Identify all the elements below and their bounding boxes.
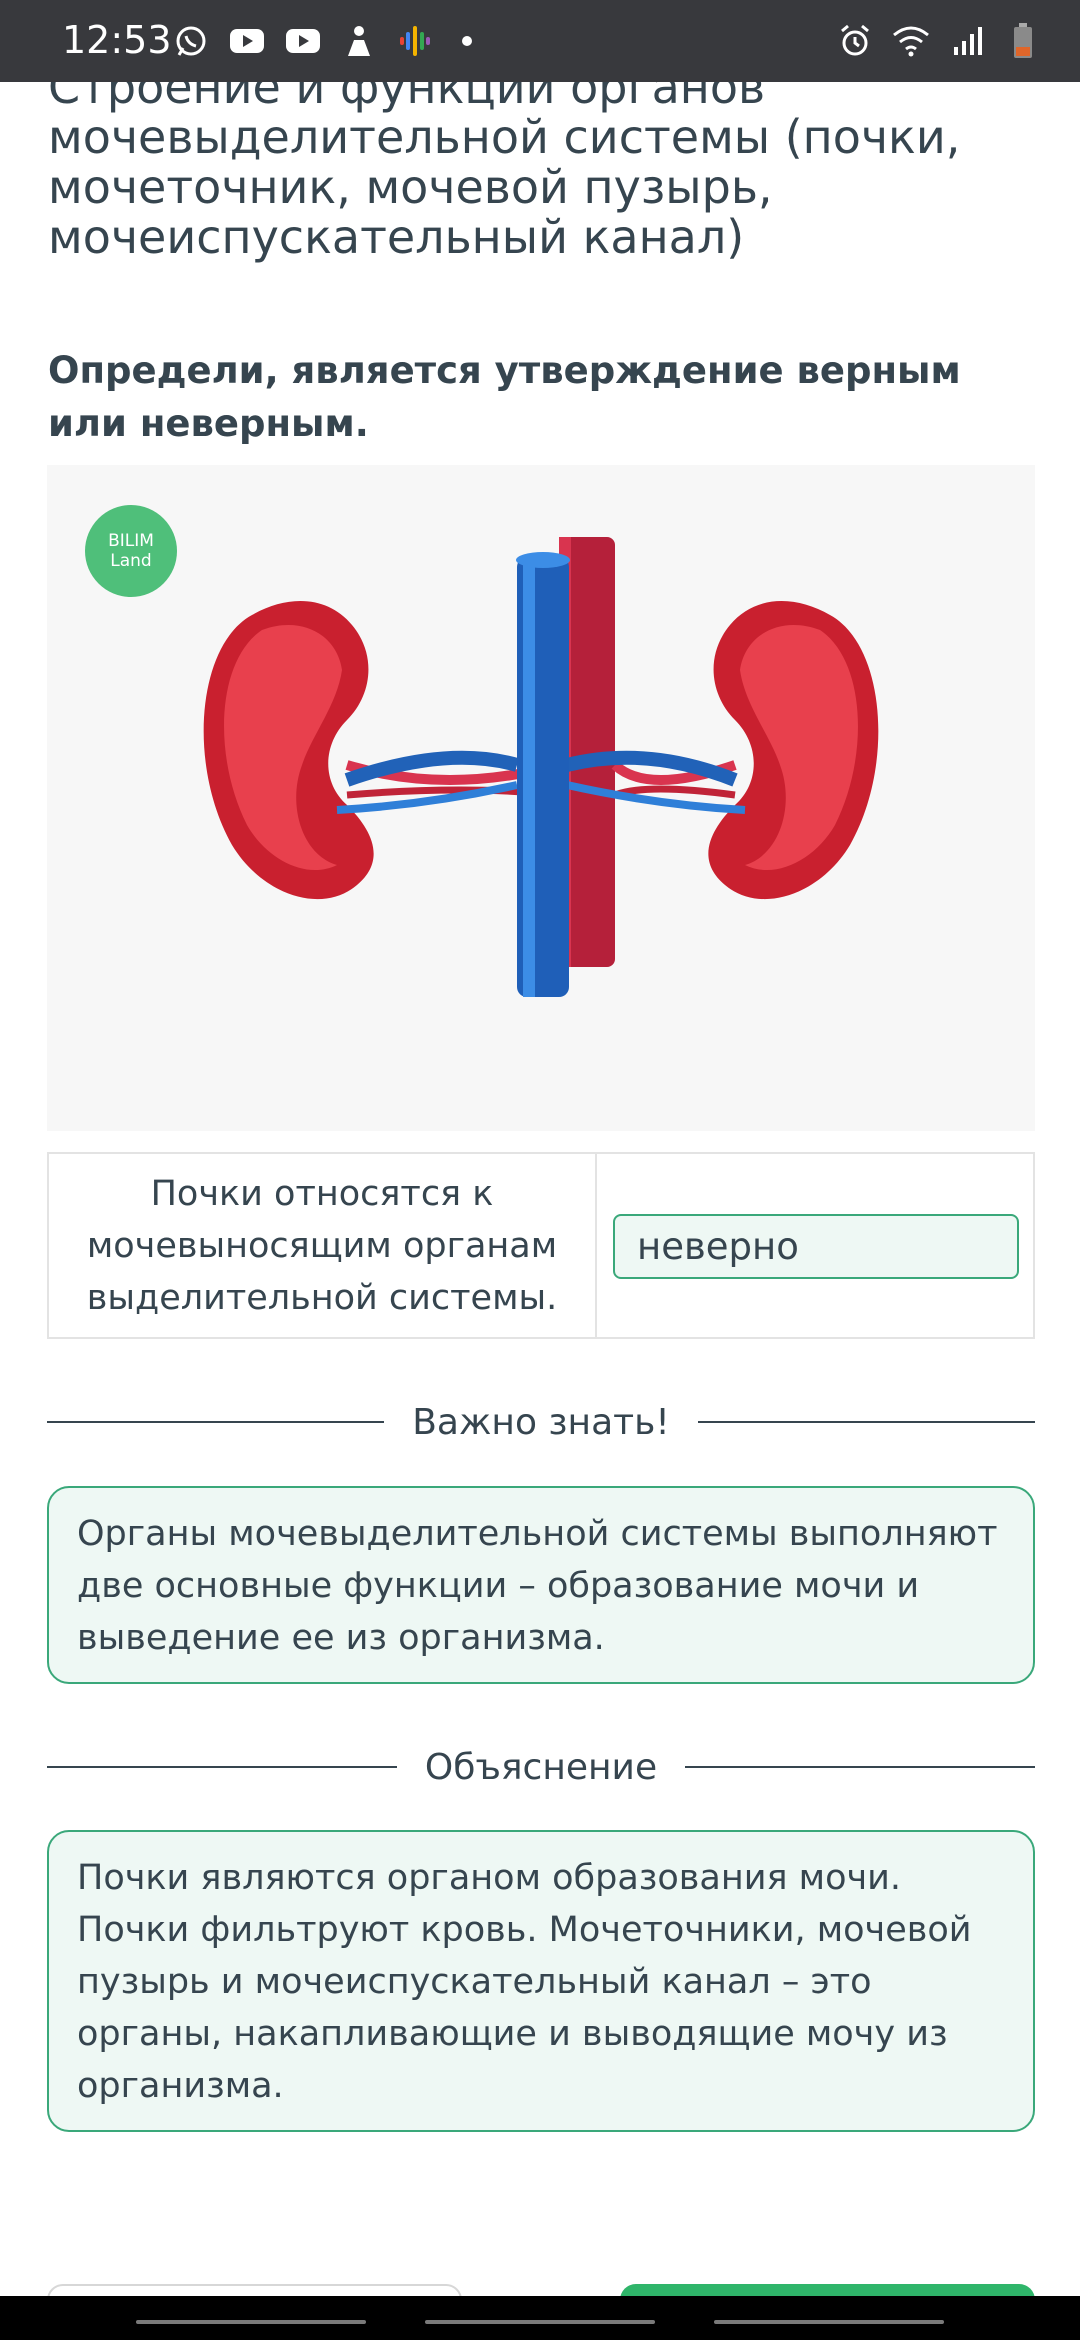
answer-select[interactable]: неверно (613, 1214, 1019, 1279)
kidneys-image (203, 537, 879, 997)
battery-icon (1004, 22, 1042, 60)
explanation-box: Почки являются органом образования мочи.… (47, 1830, 1035, 2132)
whatsapp-icon (172, 22, 210, 60)
nav-gesture-handles (136, 2320, 944, 2326)
system-nav-bar (0, 2296, 1080, 2340)
question-prompt: Определи, является утверждение верным ил… (48, 349, 961, 445)
statement-table: Почки относятся к мочевыносящим органам … (47, 1152, 1035, 1339)
explanation-text: Почки являются органом образования мочи.… (77, 1858, 972, 2106)
youtube-icon (228, 22, 266, 60)
divider-line (47, 1766, 397, 1768)
notification-dot-icon (462, 36, 472, 46)
nav-handle (136, 2320, 366, 2324)
important-text: Органы мочевыделительной системы выполня… (77, 1514, 998, 1658)
nav-handle (425, 2320, 655, 2324)
status-icons-right (836, 22, 1042, 60)
divider-line (685, 1766, 1036, 1768)
alarm-icon (836, 22, 874, 60)
important-heading: Важно знать! (412, 1401, 670, 1443)
statement-answer-cell: неверно (597, 1154, 1033, 1337)
page-title: Строение и функции органов мочевыделител… (48, 60, 961, 264)
wifi-icon (892, 22, 930, 60)
signal-icon (948, 22, 986, 60)
podcasts-icon (396, 22, 434, 60)
important-divider: Важно знать! (47, 1397, 1035, 1447)
youtube-icon (284, 22, 322, 60)
divider-line (47, 1421, 385, 1423)
kidneys-illustration: BILIM Land (47, 465, 1035, 1131)
important-box: Органы мочевыделительной системы выполня… (47, 1486, 1035, 1684)
statement-text: Почки относятся к мочевыносящим органам … (49, 1154, 597, 1337)
divider-line (697, 1421, 1035, 1423)
nav-handle (714, 2320, 944, 2324)
app-icon (340, 22, 378, 60)
status-bar: 12:53 (0, 0, 1080, 82)
status-time: 12:53 (62, 18, 172, 62)
status-icons-left (172, 22, 472, 60)
explanation-heading: Объяснение (424, 1746, 658, 1788)
explanation-divider: Объяснение (47, 1742, 1036, 1792)
